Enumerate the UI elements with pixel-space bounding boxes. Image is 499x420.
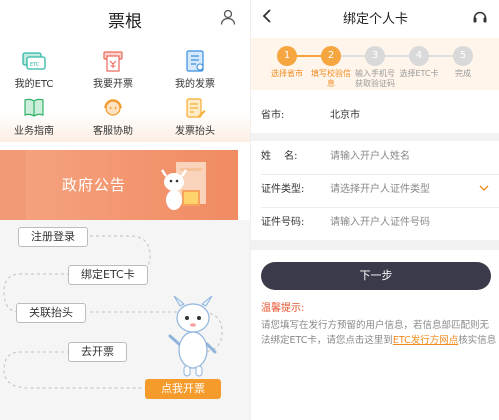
grid-item-my-invoice[interactable]: 我的发票 [155,50,235,90]
step-node-4: 4 [409,46,429,66]
step-node-3: 3 [365,46,385,66]
province-row[interactable]: 省市: 北京市 [251,100,499,132]
banner-title: 政府公告 [62,176,127,194]
grid-item-my-etc[interactable]: ETC 我的ETC [0,50,74,90]
ticket-home-screen: 票根 ETC 我的ETC 我要开票 我的发票 业务指南 客服协助 发票抬头 政府… [0,0,250,420]
section-separator [251,240,499,250]
grid-item-issue-invoice[interactable]: 我要开票 [73,50,153,90]
id-type-select[interactable]: 请选择开户人证件类型 [330,174,430,206]
svg-text:ETC: ETC [30,62,40,68]
grid-item-label: 业务指南 [14,126,54,137]
section-separator [251,133,499,141]
id-number-label: 证件号码: [261,217,305,228]
name-row: 姓 名: 请输入开户人姓名 [251,141,499,173]
etc-card-icon: ETC [22,52,46,70]
mascot-illustration [168,296,217,377]
chevron-down-icon[interactable] [479,184,489,192]
province-value: 北京市 [330,110,360,121]
step-node-1: 1 [277,46,297,66]
province-label: 省市: [261,110,285,121]
step-progress: 1 2 3 4 5 选择省市 填写校验信息 输入手机号获取验证码 选择ETC卡 … [251,38,499,90]
id-type-row[interactable]: 证件类型: 请选择开户人证件类型 [251,174,499,206]
progress-line-todo [341,55,463,57]
flow-step-link-title: 关联抬头 [16,303,86,323]
step-node-2: 2 [321,46,341,66]
name-label: 姓 名: [261,151,298,162]
grid-item-label: 我的ETC [14,79,54,90]
step-label-5: 完成 [455,69,471,78]
mascot-reading-illustration [160,162,206,210]
tip-text: 请您填写在发行方预留的用户信息，若信息部匹配则无法绑定ETC卡，请您点击这里到E… [261,318,497,348]
etc-branch-link[interactable]: ETC发行方网点 [393,335,458,346]
flow-step-go-invoice: 去开票 [68,342,127,362]
grid-item-label: 我的发票 [175,79,215,90]
tip-text-after: 核实信息 [458,335,497,346]
flow-step-register: 注册登录 [18,227,88,247]
banner-edge-strip [0,150,26,220]
customer-service-icon [104,99,122,116]
next-step-button[interactable]: 下一步 [261,262,491,290]
screenshot-root: 票根 ETC 我的ETC 我要开票 我的发票 业务指南 客服协助 发票抬头 政府… [0,0,499,420]
grid-item-label: 发票抬头 [175,126,215,137]
id-number-input[interactable]: 请输入开户人证件号码 [330,207,430,239]
grid-item-business-guide[interactable]: 业务指南 [0,97,74,137]
home-header: 票根 [0,0,250,34]
flow-step-bind-etc: 绑定ETC卡 [68,265,148,285]
page-title: 票根 [108,12,142,32]
tip-title: 温馨提示: [261,303,305,314]
my-invoice-icon [186,50,204,72]
grid-item-label: 客服协助 [93,126,133,137]
print-invoice-icon [103,51,123,72]
issue-invoice-cta-button[interactable]: 点我开票 [145,379,221,399]
feature-grid: ETC 我的ETC 我要开票 我的发票 业务指南 客服协助 发票抬头 [0,42,250,142]
user-icon[interactable] [220,9,236,25]
grid-item-customer-service[interactable]: 客服协助 [73,97,153,137]
bind-card-header: 绑定个人卡 [251,0,499,34]
step-node-5: 5 [453,46,473,66]
grid-item-label: 我要开票 [93,79,133,90]
name-input[interactable]: 请输入开户人姓名 [330,141,410,173]
headset-icon[interactable] [472,9,488,25]
id-type-label: 证件类型: [261,184,305,195]
grid-item-invoice-title[interactable]: 发票抬头 [155,97,235,137]
page-title: 绑定个人卡 [342,12,408,27]
invoice-title-icon [186,98,206,118]
bind-card-screen: 绑定个人卡 1 2 3 4 5 选择省市 填写校验信息 输入手机号获取验证码 选… [250,0,499,420]
guide-book-icon [24,98,44,117]
id-number-row: 证件号码: 请输入开户人证件号码 [251,207,499,239]
